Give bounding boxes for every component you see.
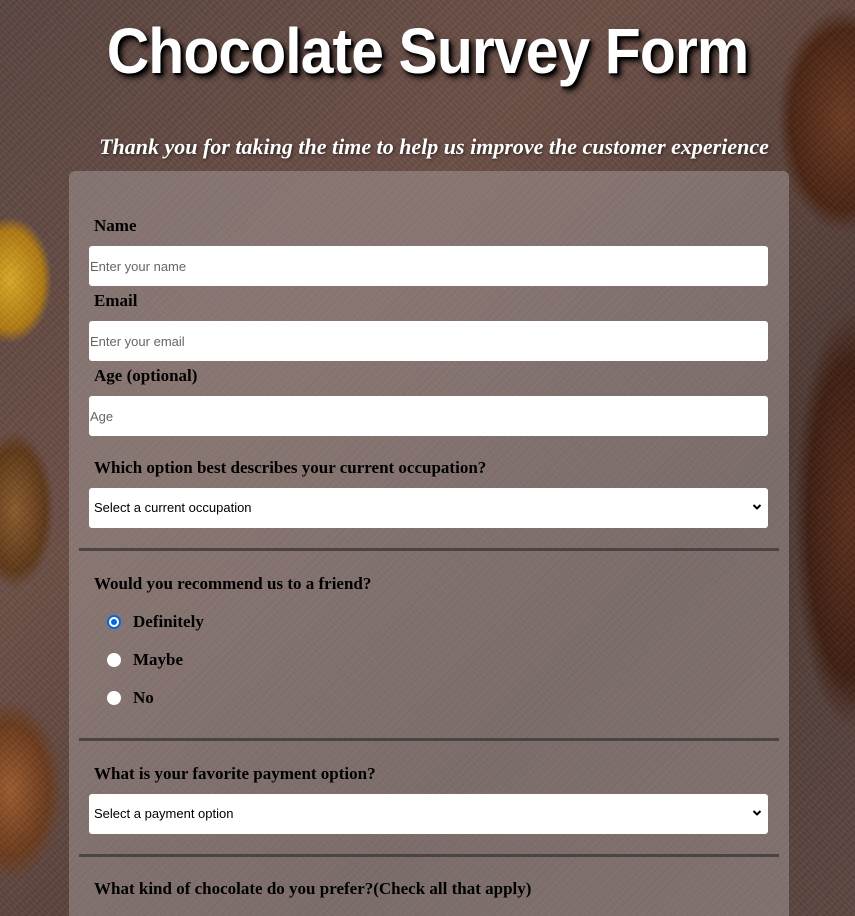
email-input[interactable]	[89, 321, 768, 361]
radio-label: No	[133, 688, 154, 707]
page-subtitle: Thank you for taking the time to help us…	[99, 134, 769, 159]
name-input[interactable]	[89, 246, 768, 286]
age-input[interactable]	[89, 396, 768, 436]
recommend-label: Would you recommend us to a friend?	[94, 574, 372, 593]
radio-option-maybe[interactable]: Maybe	[107, 648, 183, 672]
radio-label: Maybe	[133, 650, 184, 669]
payment-select[interactable]: Select a payment option	[89, 794, 768, 834]
age-label: Age (optional)	[94, 366, 198, 385]
chevron-down-icon	[752, 810, 762, 816]
section-divider	[79, 854, 779, 857]
chevron-down-icon	[752, 504, 762, 510]
survey-form: Name Email Age (optional) Which option b…	[69, 171, 789, 916]
occupation-select-value: Select a current occupation	[94, 500, 252, 515]
section-divider	[79, 738, 779, 741]
radio-button[interactable]	[107, 691, 121, 705]
chocolate-label: What kind of chocolate do you prefer?(Ch…	[94, 879, 532, 898]
page-title: Chocolate Survey Form	[106, 15, 750, 87]
radio-button-checked[interactable]	[107, 615, 121, 629]
radio-option-no[interactable]: No	[107, 686, 154, 710]
occupation-select[interactable]: Select a current occupation	[89, 488, 768, 528]
radio-option-definitely[interactable]: Definitely	[107, 610, 204, 634]
email-label: Email	[94, 291, 138, 310]
occupation-label: Which option best describes your current…	[94, 458, 487, 477]
payment-label: What is your favorite payment option?	[94, 764, 376, 783]
section-divider	[79, 548, 779, 551]
name-label: Name	[94, 216, 137, 235]
radio-button[interactable]	[107, 653, 121, 667]
radio-label: Definitely	[133, 612, 204, 631]
payment-select-value: Select a payment option	[94, 806, 234, 821]
